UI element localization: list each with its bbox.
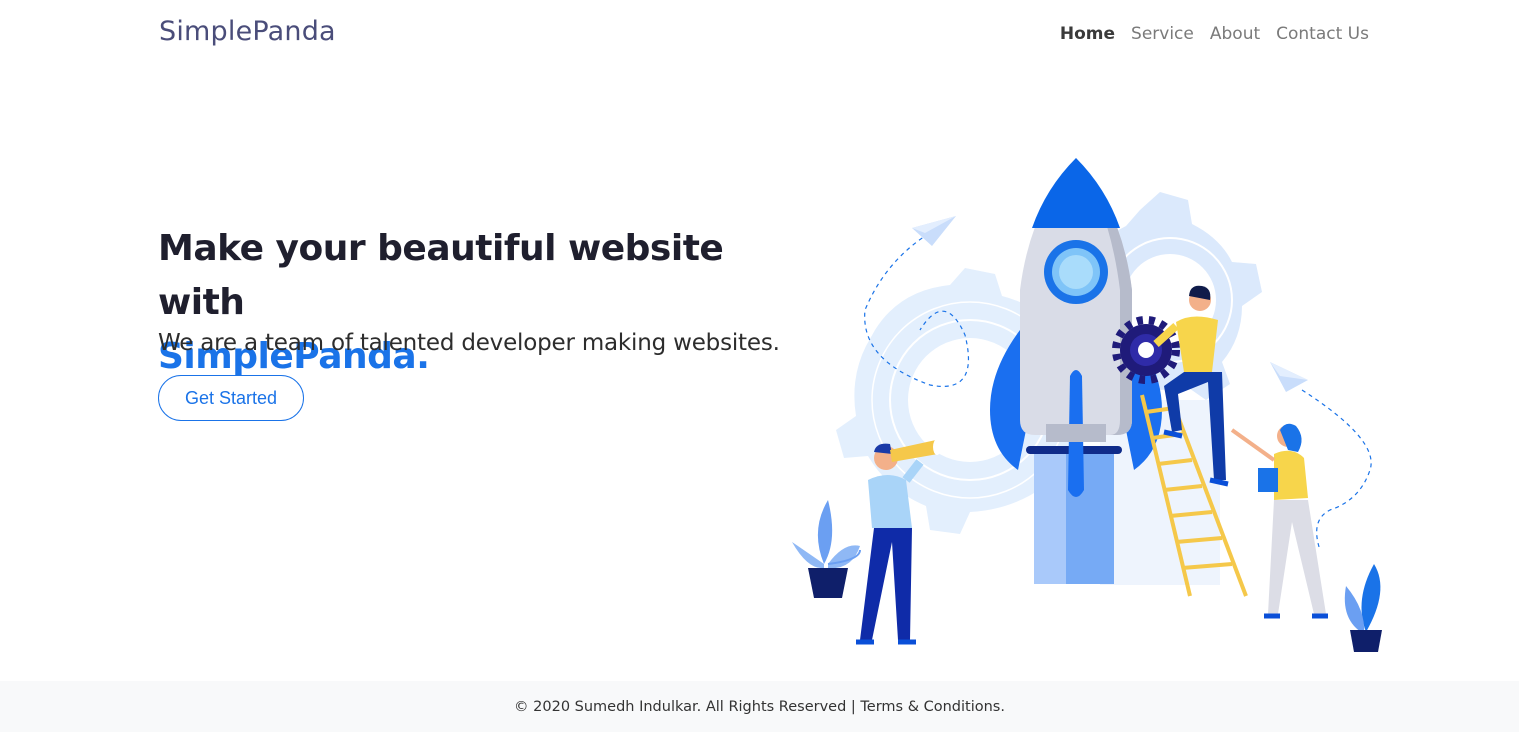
hero-title-line1: Make your beautiful website with <box>158 228 724 323</box>
get-started-button[interactable]: Get Started <box>158 375 304 421</box>
paper-plane-icon <box>1270 362 1308 392</box>
nav-link-about[interactable]: About <box>1210 24 1260 44</box>
nav-item-service: Service <box>1131 24 1194 44</box>
potted-plant-right-icon <box>1344 564 1382 652</box>
navbar: SimplePanda Home Service About Contact U… <box>0 0 1519 70</box>
nav-link-contact[interactable]: Contact Us <box>1276 24 1369 44</box>
nav-item-home: Home <box>1060 24 1115 44</box>
footer: © 2020 Sumedh Indulkar. All Rights Reser… <box>0 681 1519 732</box>
nav-link-home[interactable]: Home <box>1060 24 1115 44</box>
nav-link-service[interactable]: Service <box>1131 24 1194 44</box>
potted-plant-left-icon <box>792 500 861 598</box>
brand-logo[interactable]: SimplePanda <box>159 16 336 47</box>
footer-copyright: © 2020 Sumedh Indulkar. All Rights Reser… <box>514 698 1005 715</box>
rocket-exhaust-highlight <box>1034 452 1066 584</box>
paper-plane-icon <box>912 216 956 246</box>
hero-title: Make your beautiful website with SimpleP… <box>158 222 798 384</box>
woman-with-clipboard-icon <box>1230 423 1328 619</box>
nav-links: Home Service About Contact Us <box>1060 24 1369 44</box>
nav-item-contact: Contact Us <box>1276 24 1369 44</box>
hero-illustration <box>792 158 1382 652</box>
dashed-path-right <box>1301 389 1372 551</box>
hero-subtitle: We are a team of talented developer maki… <box>158 330 780 356</box>
nav-item-about: About <box>1210 24 1260 44</box>
